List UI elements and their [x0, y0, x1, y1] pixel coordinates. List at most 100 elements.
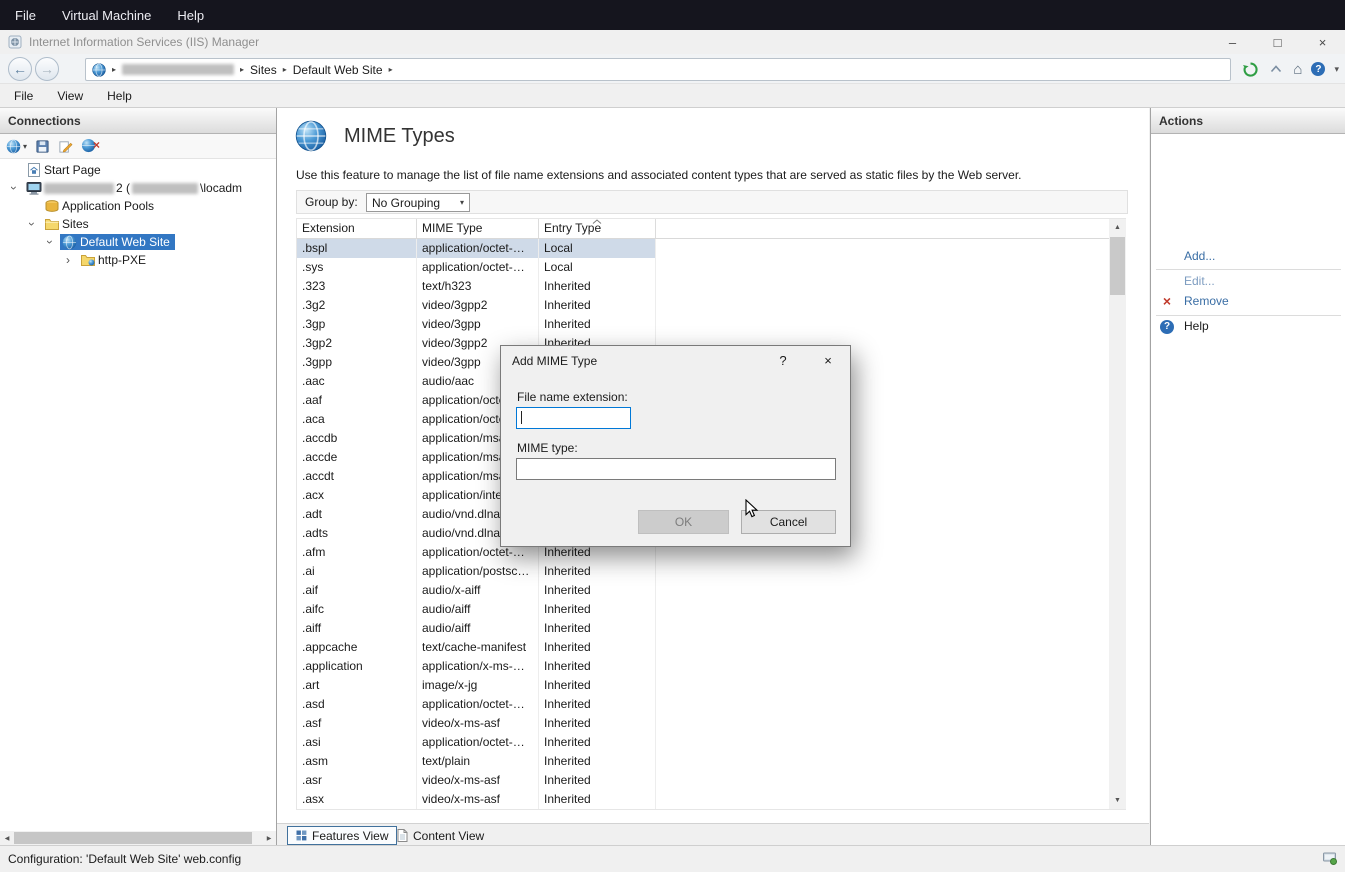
- mime-table-row[interactable]: .3g2video/3gpp2Inherited: [297, 296, 656, 315]
- mime-table-row[interactable]: .asrvideo/x-ms-asfInherited: [297, 771, 656, 790]
- cell-mime_type: audio/x-aiff: [417, 581, 539, 600]
- ok-button[interactable]: OK: [638, 510, 729, 534]
- cell-entry_type: Inherited: [539, 277, 656, 296]
- server-icon: [26, 180, 42, 196]
- scroll-right-button[interactable]: ▶: [262, 831, 276, 845]
- status-icon: [1322, 850, 1337, 868]
- restart-icon[interactable]: [1242, 61, 1259, 78]
- help-dropdown-icon[interactable]: ▾: [1334, 64, 1339, 75]
- mime-table-row[interactable]: .aiffaudio/aiffInherited: [297, 619, 656, 638]
- scroll-down-button[interactable]: ▼: [1109, 792, 1126, 809]
- forward-button[interactable]: →: [35, 57, 59, 81]
- mime-table-row[interactable]: .323text/h323Inherited: [297, 277, 656, 296]
- mime-table-row[interactable]: .bsplapplication/octet-streamLocal: [297, 239, 656, 258]
- cell-extension: .asr: [297, 771, 417, 790]
- cell-extension: .afm: [297, 543, 417, 562]
- tree-item-sites[interactable]: › Sites: [0, 215, 276, 233]
- action-add[interactable]: Add...: [1151, 246, 1345, 266]
- status-text: Configuration: 'Default Web Site' web.co…: [8, 852, 241, 866]
- save-connections-icon[interactable]: [35, 139, 50, 154]
- help-icon[interactable]: ?: [1311, 62, 1325, 76]
- vm-menu-virtual-machine[interactable]: Virtual Machine: [49, 0, 164, 30]
- column-header-entry-type[interactable]: Entry Type: [539, 219, 656, 238]
- cell-entry_type: Inherited: [539, 790, 656, 809]
- mime-table-row[interactable]: .asxvideo/x-ms-asfInherited: [297, 790, 656, 809]
- tree-item-default-web-site[interactable]: › Default Web Site: [0, 233, 276, 251]
- maximize-button[interactable]: □: [1255, 30, 1300, 54]
- scroll-thumb[interactable]: [14, 832, 252, 844]
- cell-entry_type: Inherited: [539, 581, 656, 600]
- rename-connection-icon[interactable]: [58, 139, 73, 154]
- cell-extension: .aac: [297, 372, 417, 391]
- cell-mime_type: text/cache-manifest: [417, 638, 539, 657]
- cell-mime_type: application/octet-stream: [417, 239, 539, 258]
- mime-table-row[interactable]: .artimage/x-jgInherited: [297, 676, 656, 695]
- chevron-up-icon[interactable]: [1268, 61, 1284, 77]
- mime-table-row[interactable]: .applicationapplication/x-ms-application…: [297, 657, 656, 676]
- expander-icon[interactable]: ›: [43, 236, 57, 248]
- list-vertical-scrollbar[interactable]: ▲ ▼: [1109, 219, 1126, 809]
- home-icon[interactable]: ⌂: [1293, 61, 1302, 78]
- cell-extension: .accdt: [297, 467, 417, 486]
- file-extension-input[interactable]: [516, 407, 631, 429]
- menu-view[interactable]: View: [45, 84, 95, 108]
- mime-table-row[interactable]: .aiapplication/postscriptInherited: [297, 562, 656, 581]
- mime-table-row[interactable]: .asdapplication/octet-streamInherited: [297, 695, 656, 714]
- crumb-arrow-icon: ▸: [112, 65, 116, 74]
- mime-table-row[interactable]: .aifcaudio/aiffInherited: [297, 600, 656, 619]
- scroll-up-button[interactable]: ▲: [1109, 219, 1126, 236]
- scroll-left-button[interactable]: ◀: [0, 831, 14, 845]
- tree-item-application-pools[interactable]: Application Pools: [0, 197, 276, 215]
- action-edit[interactable]: Edit...: [1151, 271, 1345, 291]
- action-help[interactable]: ? Help: [1151, 316, 1345, 336]
- dropdown-caret-icon: ▾: [23, 142, 27, 151]
- menu-help[interactable]: Help: [95, 84, 144, 108]
- tab-content-view[interactable]: Content View: [389, 826, 492, 845]
- vm-menu-help[interactable]: Help: [164, 0, 217, 30]
- group-by-dropdown[interactable]: No Grouping ▾: [366, 193, 470, 212]
- breadcrumb[interactable]: ▸ ▸ Sites ▸ Default Web Site ▸: [85, 58, 1231, 81]
- expander-icon[interactable]: ›: [7, 182, 21, 194]
- actions-header: Actions: [1151, 108, 1345, 134]
- tree-item-http-pxe[interactable]: › http-PXE: [0, 251, 276, 269]
- expander-icon[interactable]: ›: [25, 218, 39, 230]
- menu-bar: File View Help: [0, 84, 1345, 108]
- mime-table-row[interactable]: .appcachetext/cache-manifestInherited: [297, 638, 656, 657]
- close-button[interactable]: ×: [1300, 30, 1345, 54]
- cell-extension: .adt: [297, 505, 417, 524]
- tree-item-server[interactable]: › 2 ( \locadm: [0, 179, 276, 197]
- tab-features-view[interactable]: Features View: [287, 826, 397, 845]
- mime-type-input[interactable]: [516, 458, 836, 480]
- vm-menu-file[interactable]: File: [2, 0, 49, 30]
- column-header-extension[interactable]: Extension: [297, 219, 417, 238]
- tab-label: Content View: [413, 829, 484, 843]
- minimize-button[interactable]: –: [1210, 30, 1255, 54]
- breadcrumb-default-web-site[interactable]: Default Web Site: [293, 63, 383, 77]
- remove-connection-icon[interactable]: ×: [81, 138, 98, 154]
- dialog-help-button[interactable]: ?: [763, 346, 803, 375]
- breadcrumb-sites[interactable]: Sites: [250, 63, 277, 77]
- mime-table-row[interactable]: .3gpvideo/3gppInherited: [297, 315, 656, 334]
- mime-table-row[interactable]: .sysapplication/octet-streamLocal: [297, 258, 656, 277]
- connections-horizontal-scrollbar[interactable]: ◀ ▶: [0, 831, 276, 845]
- mime-table-row[interactable]: .asmtext/plainInherited: [297, 752, 656, 771]
- scroll-thumb[interactable]: [1110, 237, 1125, 295]
- mime-table-row[interactable]: .aifaudio/x-aiffInherited: [297, 581, 656, 600]
- tree-item-start-page[interactable]: Start Page: [0, 161, 276, 179]
- dialog-close-button[interactable]: ×: [808, 346, 848, 375]
- selected-tree-item[interactable]: Default Web Site: [60, 234, 175, 250]
- mime-table-row[interactable]: .asfvideo/x-ms-asfInherited: [297, 714, 656, 733]
- mime-type-label: MIME type:: [517, 441, 578, 455]
- cell-extension: .3gpp: [297, 353, 417, 372]
- expander-icon[interactable]: ›: [62, 253, 74, 267]
- create-connection-button[interactable]: ▾: [6, 139, 27, 154]
- mime-table-row[interactable]: .asiapplication/octet-streamInherited: [297, 733, 656, 752]
- cell-extension: .aaf: [297, 391, 417, 410]
- back-button[interactable]: ←: [8, 57, 32, 81]
- menu-file[interactable]: File: [2, 84, 45, 108]
- actions-title: Actions: [1159, 114, 1203, 128]
- action-remove[interactable]: × Remove: [1151, 291, 1345, 311]
- column-header-mime-type[interactable]: MIME Type: [417, 219, 539, 238]
- cell-entry_type: Inherited: [539, 771, 656, 790]
- cell-mime_type: video/3gpp2: [417, 296, 539, 315]
